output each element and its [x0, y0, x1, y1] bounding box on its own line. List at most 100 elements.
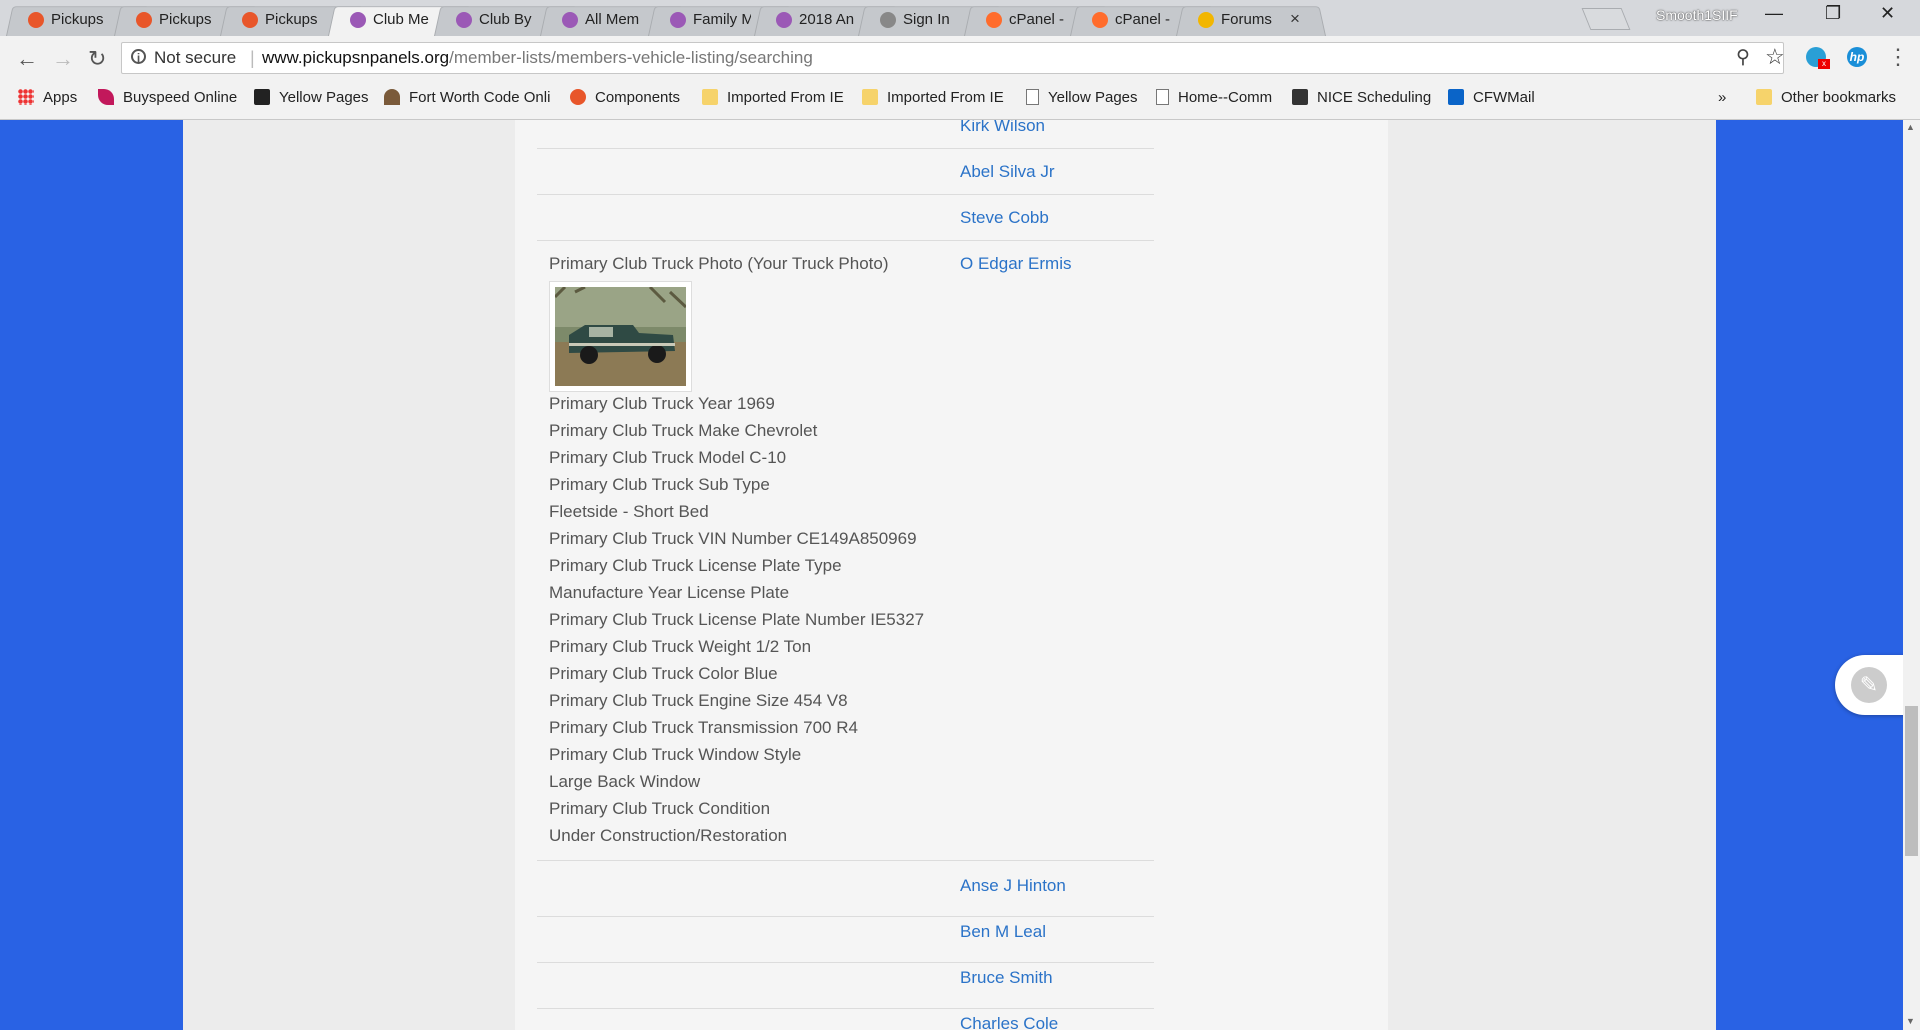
colorwheel-icon [562, 12, 578, 28]
outlook-icon [1448, 89, 1464, 105]
page-viewport: Kirk Wilson Abel Silva Jr Steve Cobb O Edga… [0, 120, 1920, 1030]
apps-icon [18, 89, 34, 105]
close-tab-icon[interactable]: × [1290, 9, 1300, 29]
row-divider [537, 916, 1154, 917]
pencil-icon: ✎ [1851, 667, 1887, 703]
member-name-link[interactable]: Anse J Hinton [960, 876, 1066, 896]
member-name-link[interactable]: Charles Cole [960, 1014, 1058, 1030]
bookmark-item[interactable]: Buyspeed Online [98, 89, 237, 106]
truck-detail-line: Primary Club Truck Window Style [549, 745, 802, 764]
yp-icon [254, 89, 270, 105]
zoom-icon[interactable]: ⚲ [1736, 46, 1750, 69]
info-icon[interactable]: i [131, 49, 146, 65]
feather-icon [98, 89, 114, 105]
page-icon [1156, 89, 1169, 105]
truck-detail-line: Primary Club Truck Make Chevrolet [549, 421, 818, 440]
member-name-link[interactable]: Abel Silva Jr [960, 162, 1054, 182]
security-label[interactable]: Not secure [154, 48, 236, 68]
truck-detail-line: Primary Club Truck Engine Size 454 V8 [549, 691, 848, 710]
new-tab-button[interactable] [1581, 8, 1631, 30]
tab-title: Family M [693, 11, 751, 28]
bookmarks-overflow-button[interactable]: » [1718, 89, 1726, 106]
address-bar[interactable]: i Not secure | www.pickupsnpanels.org/me… [121, 42, 1785, 74]
bookmark-item[interactable]: Components [570, 89, 680, 106]
tab-title: Forums [1221, 11, 1272, 28]
truck-detail-line: Primary Club Truck License Plate Type [549, 556, 842, 575]
row-divider [537, 148, 1154, 149]
row-divider [537, 194, 1154, 195]
bookmark-item[interactable]: CFWMail [1448, 89, 1535, 106]
bookmark-label: Yellow Pages [1048, 89, 1138, 106]
profile-name[interactable]: Smooth1SIIF [1656, 7, 1738, 23]
reload-button[interactable]: ↻ [88, 46, 106, 72]
url-path: /member-lists/members-vehicle-listing/se… [449, 48, 813, 67]
other-bookmarks-folder[interactable]: Other bookmarks [1756, 89, 1896, 106]
truck-detail-line: Primary Club Truck Transmission 700 R4 [549, 718, 858, 737]
bookmark-item[interactable]: Yellow Pages [254, 89, 369, 106]
other-bookmarks-label: Other bookmarks [1781, 89, 1897, 106]
folder-icon [1756, 89, 1772, 105]
colorwheel-icon [456, 12, 472, 28]
bookmark-label: Imported From IE [727, 89, 844, 106]
colorwheel-icon [670, 12, 686, 28]
truck-detail-line: Primary Club Truck Sub Type [549, 475, 770, 494]
tab-title: 2018 An [799, 11, 855, 28]
member-name-link[interactable]: Kirk Wilson [960, 120, 1045, 136]
bookmark-label: NICE Scheduling [1317, 89, 1432, 106]
joomla-icon [242, 12, 258, 28]
bookmark-label: Fort Worth Code Onli [409, 89, 551, 106]
tab-11[interactable]: Forums × [1176, 3, 1326, 37]
smiley-icon [1198, 12, 1214, 28]
member-name-link[interactable]: O Edgar Ermis [960, 254, 1071, 274]
cpanel-icon [1092, 12, 1108, 28]
scroll-down-icon[interactable]: ▼ [1906, 1016, 1915, 1026]
library-icon [384, 89, 400, 105]
bookmark-label: Components [595, 89, 681, 106]
close-window-icon[interactable]: ✕ [1880, 3, 1895, 24]
bookmark-star-icon[interactable]: ☆ [1765, 44, 1785, 70]
url-host: www.pickupsnpanels.org [262, 48, 450, 67]
back-button[interactable]: ← [16, 46, 38, 72]
extension-sync-icon[interactable]: x [1806, 47, 1830, 69]
row-divider [537, 962, 1154, 963]
truck-detail-line: Primary Club Truck Condition [549, 799, 771, 818]
url-text[interactable]: www.pickupsnpanels.org/member-lists/memb… [262, 48, 813, 68]
tab-title: cPanel - [1009, 11, 1065, 28]
truck-detail-line: Primary Club Truck Color Blue [549, 664, 778, 683]
tab-title: cPanel - [1115, 11, 1171, 28]
tab-title: Sign In [903, 11, 950, 28]
member-name-link[interactable]: Steve Cobb [960, 208, 1049, 228]
bookmark-item[interactable]: Apps [18, 89, 77, 106]
truck-detail-line: Manufacture Year License Plate [549, 583, 790, 602]
bookmark-item[interactable]: Imported From IE [702, 89, 844, 106]
menu-icon[interactable]: ⋮ [1887, 44, 1909, 70]
truck-detail-line: Primary Club Truck License Plate Number … [549, 610, 925, 629]
bookmark-item[interactable]: NICE Scheduling [1292, 89, 1431, 106]
scrollbar-thumb[interactable] [1905, 706, 1918, 856]
member-name-link[interactable]: Bruce Smith [960, 968, 1053, 988]
scroll-up-icon[interactable]: ▲ [1906, 122, 1915, 132]
member-name-link[interactable]: Ben M Leal [960, 922, 1046, 942]
bookmark-item[interactable]: Fort Worth Code Onli [384, 89, 550, 106]
tab-title: Pickups [265, 11, 318, 28]
forward-button[interactable]: → [52, 46, 74, 72]
url-divider: | [250, 48, 255, 68]
row-divider [537, 860, 1154, 861]
site-canvas: Kirk Wilson Abel Silva Jr Steve Cobb O Edga… [183, 120, 1716, 1030]
tab-title: Club By [479, 11, 532, 28]
cpanel-icon [986, 12, 1002, 28]
truck-detail-line: Primary Club Truck Year 1969 [549, 394, 775, 413]
bookmark-item[interactable]: Home--Comm [1156, 89, 1272, 106]
tab-strip: Pickups×Pickups×Pickups×Club Me×Club By×… [0, 0, 1920, 37]
bookmark-item[interactable]: Imported From IE [862, 89, 1004, 106]
hp-extension-icon[interactable]: hp [1847, 47, 1867, 67]
joomla-icon [570, 89, 586, 105]
truck-detail-line: Primary Club Truck Model C-10 [549, 448, 787, 467]
truck-detail-line: Large Back Window [549, 772, 701, 791]
restore-icon[interactable]: ❐ [1825, 3, 1841, 24]
minimize-icon[interactable]: — [1765, 3, 1783, 24]
bookmark-item[interactable]: Yellow Pages [1026, 89, 1138, 106]
bookmarks-bar: Apps Buyspeed Online Yellow Pages Fort Wort… [0, 80, 1920, 120]
page-scrollbar[interactable]: ▲ ▼ [1903, 120, 1920, 1030]
truck-photo[interactable] [549, 281, 692, 392]
